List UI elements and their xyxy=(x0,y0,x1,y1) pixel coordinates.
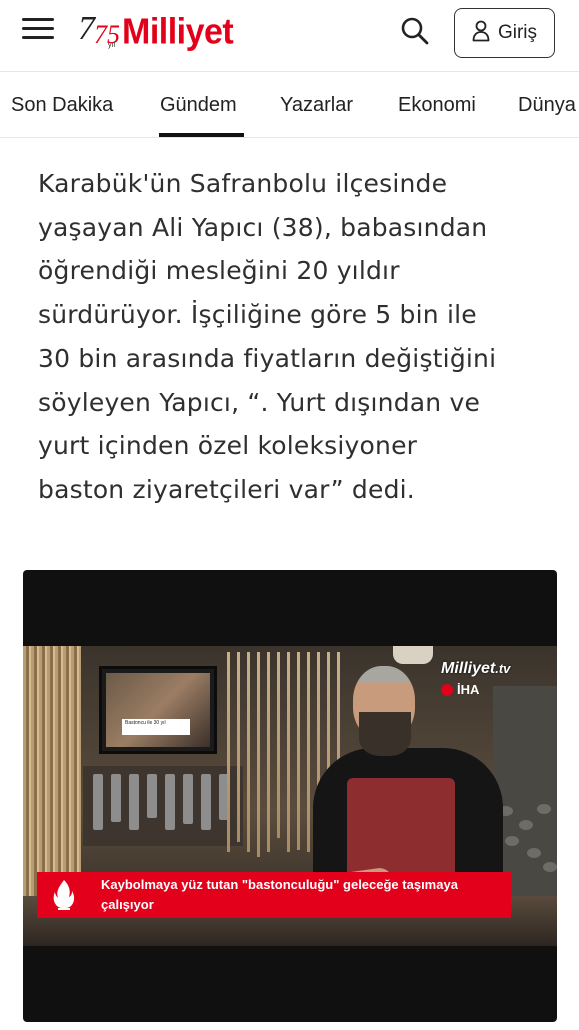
article-line: yurt içinden özel koleksiyoner xyxy=(38,431,418,461)
search-icon[interactable] xyxy=(398,14,432,48)
site-header: 7 75 yıl Milliyet Giriş xyxy=(0,0,579,72)
article-line: Karabük'ün Safranbolu ilçesinde xyxy=(38,169,448,198)
article-paragraph: Karabük'ün Safranbolu ilçesinde yaşayan … xyxy=(38,162,558,512)
iha-logo-icon xyxy=(441,683,453,696)
article-line: baston ziyaretçileri var” dedi. xyxy=(38,474,415,504)
article-line: öğrendiği mesleğini 20 yıldır xyxy=(38,256,400,286)
login-label: Giriş xyxy=(497,22,538,43)
wall-tv: Bastoncu ile 30 yıl xyxy=(99,666,217,754)
hamburger-menu-icon[interactable] xyxy=(22,16,56,42)
video-player[interactable]: Bastoncu ile 30 yıl Milliyet.tv İHA Kayb… xyxy=(23,570,557,1022)
milliyet-logo[interactable]: 7 75 yıl Milliyet xyxy=(78,10,234,54)
article-line: sürdürüyor. İşçiliğine göre 5 bin ile xyxy=(38,300,477,330)
tool-board xyxy=(83,766,243,846)
nav-item-yazarlar[interactable]: Yazarlar xyxy=(280,94,353,117)
login-button[interactable]: Giriş xyxy=(454,8,555,58)
video-caption: Kaybolmaya yüz tutan "bastonculuğu" gele… xyxy=(91,872,511,918)
nav-item-son-dakika[interactable]: Son Dakika xyxy=(11,94,113,117)
logo-wordmark: Milliyet xyxy=(122,11,234,52)
nav-item-ekonomi[interactable]: Ekonomi xyxy=(398,94,476,117)
active-tab-indicator xyxy=(159,133,244,137)
category-nav: Son Dakika Gündem Yazarlar Ekonomi Dünya xyxy=(0,72,579,138)
nav-item-dunya[interactable]: Dünya xyxy=(518,94,576,117)
nav-item-gundem[interactable]: Gündem xyxy=(160,94,237,117)
user-icon xyxy=(472,20,490,47)
video-caption-banner: Kaybolmaya yüz tutan "bastonculuğu" gele… xyxy=(37,872,511,918)
article-line: söyleyen Yapıcı, “. Yurt dışından ve xyxy=(38,387,481,417)
flame-icon xyxy=(37,872,91,918)
video-watermark: Milliyet.tv İHA xyxy=(441,660,511,697)
ceiling-lamp xyxy=(393,646,433,664)
article-line: yaşayan Ali Yapıcı (38), babasından xyxy=(38,212,488,242)
article-line: 30 bin arasında fiyatların değiştiğini xyxy=(38,343,497,373)
anniversary-75-badge: 7 75 yıl xyxy=(78,10,120,49)
video-frame: Bastoncu ile 30 yıl Milliyet.tv İHA Kayb… xyxy=(23,646,557,946)
